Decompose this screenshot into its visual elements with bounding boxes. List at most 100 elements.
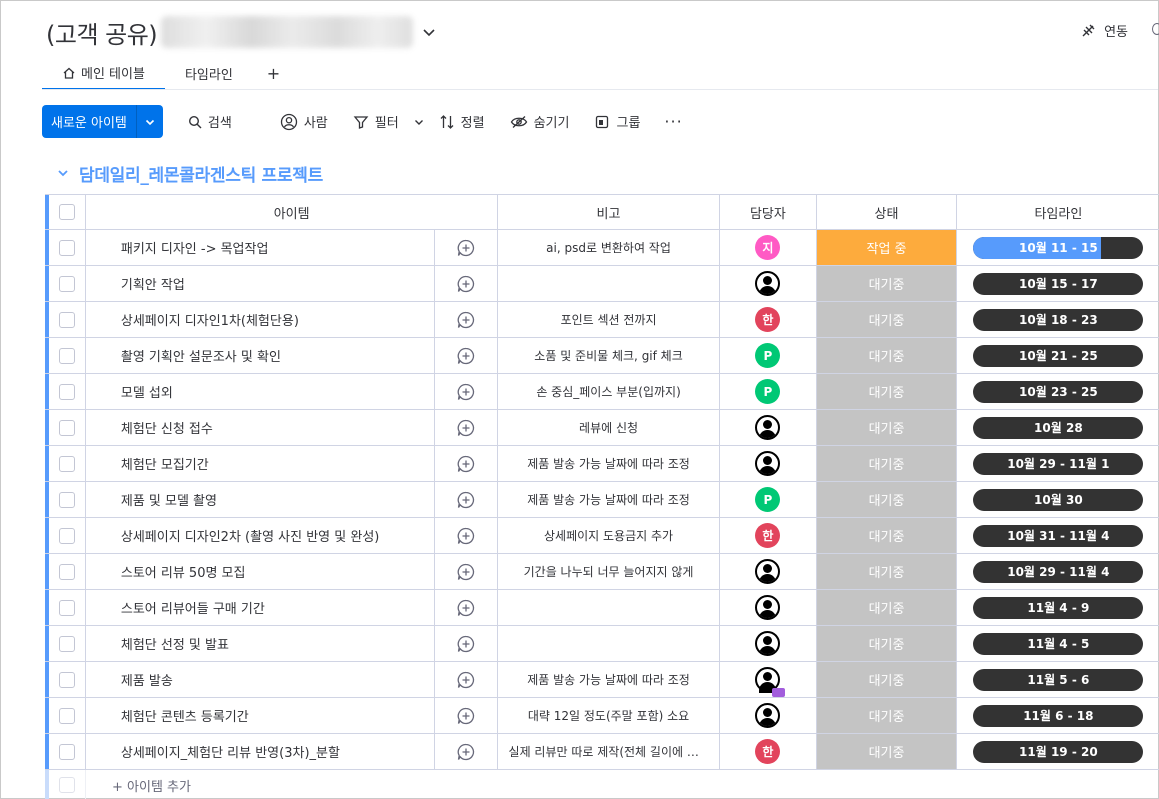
chevron-down-icon[interactable] — [57, 167, 69, 179]
row-checkbox[interactable] — [58, 635, 75, 652]
status-cell[interactable]: 대기중 — [817, 626, 957, 661]
tab-main-table[interactable]: 메인 테이블 — [42, 57, 165, 90]
timeline-cell[interactable]: 10월 18 - 23 — [957, 302, 1159, 337]
timeline-cell[interactable]: 10월 31 - 11월 4 — [957, 518, 1159, 553]
timeline-cell[interactable]: 10월 30 — [957, 482, 1159, 517]
note-cell[interactable] — [498, 626, 720, 661]
person-cell[interactable] — [720, 410, 818, 445]
automation-icon[interactable] — [1152, 23, 1159, 35]
group-title[interactable]: 담데일리_레몬콜라겐스틱 프로젝트 — [79, 161, 323, 186]
item-name-cell[interactable]: 스토어 리뷰어들 구매 기간 — [86, 590, 434, 625]
chevron-down-icon[interactable] — [421, 24, 437, 40]
avatar[interactable]: P — [755, 487, 781, 512]
timeline-cell[interactable]: 11월 4 - 9 — [957, 590, 1159, 625]
table-row[interactable]: 제품 및 모델 촬영 제품 발송 가능 날짜에 따라 조정 P 대기중 10월 30 — [45, 482, 1159, 518]
person-cell[interactable] — [720, 590, 818, 625]
item-name-cell[interactable]: 촬영 기획안 설문조사 및 확인 — [86, 338, 434, 373]
table-row[interactable]: 스토어 리뷰어들 구매 기간 대기중 11월 4 - 9 — [45, 590, 1159, 626]
table-row[interactable]: 촬영 기획안 설문조사 및 확인 소품 및 준비물 체크, gif 체크 P 대기중 1… — [45, 338, 1159, 374]
note-cell[interactable]: 대략 12일 정도(주말 포함) 소요 — [498, 698, 720, 733]
avatar-placeholder-icon[interactable] — [755, 415, 781, 440]
row-checkbox[interactable] — [58, 419, 75, 436]
add-update-cell[interactable] — [433, 338, 499, 373]
note-cell[interactable]: ai, psd로 변환하여 작업 — [498, 230, 720, 265]
add-update-cell[interactable] — [433, 374, 499, 409]
status-cell[interactable]: 대기중 — [817, 662, 957, 697]
status-cell[interactable]: 대기중 — [817, 734, 957, 769]
add-update-cell[interactable] — [433, 410, 499, 445]
note-cell[interactable] — [498, 590, 720, 625]
status-cell[interactable]: 작업 중 — [817, 230, 957, 265]
person-filter-button[interactable]: 사람 — [280, 105, 328, 138]
search-button[interactable]: 검색 — [188, 105, 232, 138]
note-cell[interactable]: 제품 발송 가능 날짜에 따라 조정 — [498, 446, 720, 481]
note-cell[interactable]: 실제 리뷰만 따로 제작(전체 길이에 포... — [498, 734, 720, 769]
avatar[interactable]: P — [755, 379, 781, 404]
row-checkbox[interactable] — [58, 707, 75, 724]
integrate-button[interactable]: 연동 — [1080, 21, 1128, 40]
person-cell[interactable]: P — [720, 482, 818, 517]
person-cell[interactable] — [720, 698, 818, 733]
person-cell[interactable]: P — [720, 338, 818, 373]
item-name-cell[interactable]: 기획안 작업 — [86, 266, 434, 301]
add-update-cell[interactable] — [433, 266, 499, 301]
person-cell[interactable] — [720, 446, 818, 481]
row-checkbox[interactable] — [58, 563, 75, 580]
avatar[interactable]: P — [755, 343, 781, 368]
status-cell[interactable]: 대기중 — [817, 482, 957, 517]
add-update-cell[interactable] — [433, 662, 499, 697]
add-update-cell[interactable] — [433, 590, 499, 625]
item-name-cell[interactable]: 제품 발송 — [86, 662, 434, 697]
row-checkbox[interactable] — [58, 671, 75, 688]
row-checkbox[interactable] — [58, 527, 75, 544]
add-update-cell[interactable] — [433, 230, 499, 265]
status-cell[interactable]: 대기중 — [817, 698, 957, 733]
row-checkbox[interactable] — [58, 347, 75, 364]
row-checkbox[interactable] — [58, 239, 75, 256]
person-cell[interactable]: 한 — [720, 734, 818, 769]
avatar[interactable]: 한 — [755, 523, 781, 548]
timeline-cell[interactable]: 10월 21 - 25 — [957, 338, 1159, 373]
status-cell[interactable]: 대기중 — [817, 302, 957, 337]
person-cell[interactable]: 한 — [720, 518, 818, 553]
item-name-cell[interactable]: 상세페이지_체험단 리뷰 반영(3차)_분할 — [86, 734, 434, 769]
item-name-cell[interactable]: 상세페이지 디자인2차 (촬영 사진 반영 및 완성) — [86, 518, 434, 553]
note-cell[interactable] — [498, 266, 720, 301]
timeline-cell[interactable]: 10월 11 - 15 — [957, 230, 1159, 265]
avatar[interactable]: 한 — [755, 307, 781, 332]
status-cell[interactable]: 대기중 — [817, 338, 957, 373]
add-update-cell[interactable] — [433, 482, 499, 517]
row-checkbox[interactable] — [58, 599, 75, 616]
row-checkbox[interactable] — [58, 491, 75, 508]
table-row[interactable]: 체험단 선정 및 발표 대기중 11월 4 - 5 — [45, 626, 1159, 662]
person-cell[interactable]: 한 — [720, 302, 818, 337]
row-checkbox[interactable] — [58, 743, 75, 760]
person-cell[interactable] — [720, 626, 818, 661]
column-header-status[interactable]: 상태 — [817, 195, 957, 229]
note-cell[interactable]: 포인트 섹션 전까지 — [498, 302, 720, 337]
table-row[interactable]: 패키지 디자인 -> 목업작업 ai, psd로 변환하여 작업 지 작업 중 10월 … — [45, 230, 1159, 266]
item-name-cell[interactable]: 스토어 리뷰 50명 모집 — [86, 554, 434, 589]
item-name-cell[interactable]: 상세페이지 디자인1차(체험단용) — [86, 302, 434, 337]
note-cell[interactable]: 소품 및 준비물 체크, gif 체크 — [498, 338, 720, 373]
table-row[interactable]: 제품 발송 제품 발송 가능 날짜에 따라 조정 대기중 11월 5 - 6 — [45, 662, 1159, 698]
avatar-placeholder-icon[interactable] — [755, 631, 781, 656]
select-all-checkbox[interactable] — [58, 204, 75, 220]
avatar-placeholder-icon[interactable] — [755, 595, 781, 620]
row-checkbox[interactable] — [58, 455, 75, 472]
timeline-cell[interactable]: 11월 5 - 6 — [957, 662, 1159, 697]
person-cell[interactable] — [720, 662, 818, 697]
new-item-button[interactable]: 새로운 아이템 — [42, 105, 137, 138]
timeline-cell[interactable]: 11월 6 - 18 — [957, 698, 1159, 733]
table-row[interactable]: 상세페이지 디자인1차(체험단용) 포인트 섹션 전까지 한 대기중 10월 18 - … — [45, 302, 1159, 338]
add-update-cell[interactable] — [433, 518, 499, 553]
add-update-cell[interactable] — [433, 734, 499, 769]
row-checkbox[interactable] — [58, 311, 75, 328]
person-cell[interactable]: P — [720, 374, 818, 409]
status-cell[interactable]: 대기중 — [817, 518, 957, 553]
person-cell[interactable] — [720, 266, 818, 301]
tab-timeline[interactable]: 타임라인 — [165, 57, 253, 90]
new-item-dropdown[interactable] — [137, 105, 163, 138]
table-row[interactable]: 체험단 신청 접수 레뷰에 신청 대기중 10월 28 — [45, 410, 1159, 446]
timeline-cell[interactable]: 10월 23 - 25 — [957, 374, 1159, 409]
